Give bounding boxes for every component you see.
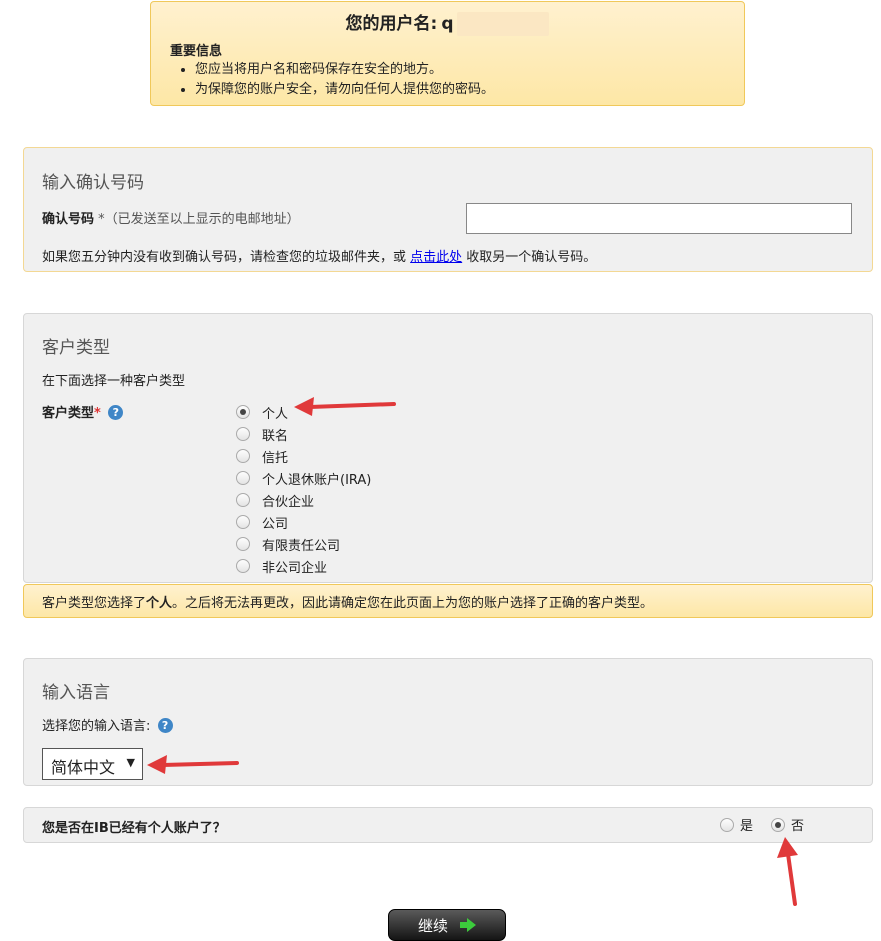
username-title-prefix: 您的用户名: bbox=[345, 14, 438, 34]
ib-account-option-no[interactable]: 否 bbox=[771, 815, 804, 834]
ib-account-panel: 您是否在IB已经有个人账户了？ 是 否 bbox=[23, 807, 873, 843]
radio-button[interactable] bbox=[236, 493, 250, 507]
required-mark: * bbox=[94, 406, 101, 421]
input-language-selected-value: 简体中文 bbox=[51, 758, 116, 777]
option-label: 个人 bbox=[262, 406, 289, 422]
dropdown-caret-icon: ▼ bbox=[126, 756, 135, 769]
radio-button[interactable] bbox=[236, 537, 250, 551]
input-language-select[interactable]: 简体中文 ▼ bbox=[42, 748, 143, 780]
option-label: 信托 bbox=[262, 450, 289, 466]
ib-account-radio-group: 是 否 bbox=[720, 815, 822, 834]
customer-type-radio-group: 个人 联名 信托 个人退休账户(IRA) 合伙企业 公司 有限责任公司 非公司企… bbox=[236, 401, 371, 577]
customer-type-subtitle: 在下面选择一种客户类型 bbox=[42, 374, 186, 389]
radio-button[interactable] bbox=[236, 427, 250, 441]
input-language-panel: 输入语言 选择您的输入语言: ? 简体中文 ▼ bbox=[23, 658, 873, 786]
important-info-item: 您应当将用户名和密码保存在安全的地方。 bbox=[195, 60, 494, 80]
customer-type-notice-before: 客户类型您选择了 bbox=[42, 596, 147, 611]
important-info-item: 为保障您的账户安全，请勿向任何人提供您的密码。 bbox=[195, 80, 494, 100]
option-label: 个人退休账户(IRA) bbox=[262, 472, 372, 488]
customer-type-option-individual[interactable]: 个人 bbox=[236, 401, 371, 423]
option-label: 有限责任公司 bbox=[262, 538, 341, 554]
option-label: 否 bbox=[791, 819, 805, 834]
customer-type-notice-after: 。之后将无法再更改，因此请确定您在此页面上为您的账户选择了正确的客户类型。 bbox=[172, 596, 654, 611]
confirmation-label: 确认号码 *（已发送至以上显示的电邮地址） bbox=[42, 208, 300, 227]
option-label: 合伙企业 bbox=[262, 494, 315, 510]
ib-account-option-yes[interactable]: 是 bbox=[720, 815, 753, 834]
annotation-arrow-ib-no bbox=[777, 837, 798, 906]
option-label: 非公司企业 bbox=[262, 560, 328, 576]
important-info-heading: 重要信息 bbox=[170, 44, 223, 59]
confirmation-note-after: 收取另一个确认号码。 bbox=[462, 250, 597, 265]
confirmation-note: 如果您五分钟内没有收到确认号码，请检查您的垃圾邮件夹，或 点击此处 收取另一个确… bbox=[42, 246, 596, 265]
continue-button-label: 继续 bbox=[417, 916, 448, 935]
radio-button[interactable] bbox=[771, 817, 786, 832]
continue-button[interactable]: 继续 bbox=[388, 909, 506, 941]
option-label: 公司 bbox=[262, 516, 289, 532]
option-label: 是 bbox=[740, 819, 754, 834]
username-notice: 您的用户名:q 重要信息 您应当将用户名和密码保存在安全的地方。 为保障您的账户… bbox=[150, 1, 745, 106]
customer-type-option-corporation[interactable]: 公司 bbox=[236, 511, 371, 533]
resend-code-link[interactable]: 点击此处 bbox=[410, 250, 462, 265]
customer-type-option-joint[interactable]: 联名 bbox=[236, 423, 371, 445]
customer-type-label: 客户类型* ? bbox=[42, 402, 124, 421]
confirmation-note-before: 如果您五分钟内没有收到确认号码，请检查您的垃圾邮件夹，或 bbox=[42, 250, 411, 265]
radio-button[interactable] bbox=[236, 471, 250, 485]
confirmation-number-input[interactable] bbox=[466, 203, 852, 234]
help-icon[interactable]: ? bbox=[157, 718, 173, 733]
green-right-arrow-icon bbox=[460, 918, 476, 932]
important-info-list: 您应当将用户名和密码保存在安全的地方。 为保障您的账户安全，请勿向任何人提供您的… bbox=[177, 60, 494, 100]
confirmation-label-text: 确认号码 bbox=[42, 212, 95, 227]
customer-type-option-partnership[interactable]: 合伙企业 bbox=[236, 489, 371, 511]
input-language-title: 输入语言 bbox=[42, 683, 110, 703]
option-label: 联名 bbox=[262, 428, 289, 444]
username-value: q bbox=[441, 14, 454, 34]
customer-type-label-text: 客户类型 bbox=[42, 406, 95, 421]
input-language-subtitle: 选择您的输入语言: ? bbox=[42, 715, 173, 734]
customer-type-notice-selected: 个人 bbox=[146, 596, 173, 611]
radio-button[interactable] bbox=[236, 515, 250, 529]
radio-button[interactable] bbox=[720, 817, 734, 832]
confirmation-panel: 输入确认号码 确认号码 *（已发送至以上显示的电邮地址） 如果您五分钟内没有收到… bbox=[23, 147, 873, 272]
username-title: 您的用户名: q bbox=[151, 9, 744, 36]
customer-type-option-unincorporated[interactable]: 非公司企业 bbox=[236, 555, 371, 577]
confirmation-title: 输入确认号码 bbox=[42, 173, 144, 193]
customer-type-notice: 客户类型您选择了个人。之后将无法再更改，因此请确定您在此页面上为您的账户选择了正… bbox=[23, 584, 873, 618]
radio-button[interactable] bbox=[236, 559, 250, 573]
help-icon[interactable]: ? bbox=[108, 405, 124, 420]
customer-type-option-ira[interactable]: 个人退休账户(IRA) bbox=[236, 467, 371, 489]
customer-type-title: 客户类型 bbox=[42, 338, 110, 358]
customer-type-panel: 客户类型 在下面选择一种客户类型 客户类型* ? 个人 联名 信托 个人退休账户… bbox=[23, 313, 873, 583]
customer-type-option-llc[interactable]: 有限责任公司 bbox=[236, 533, 371, 555]
radio-button[interactable] bbox=[236, 405, 250, 419]
input-language-subtitle-text: 选择您的输入语言: bbox=[42, 719, 151, 734]
radio-button[interactable] bbox=[236, 449, 250, 463]
ib-account-question: 您是否在IB已经有个人账户了？ bbox=[42, 821, 226, 836]
username-redaction bbox=[457, 12, 550, 36]
confirmation-label-hint: *（已发送至以上显示的电邮地址） bbox=[98, 212, 300, 227]
customer-type-option-trust[interactable]: 信托 bbox=[236, 445, 371, 467]
